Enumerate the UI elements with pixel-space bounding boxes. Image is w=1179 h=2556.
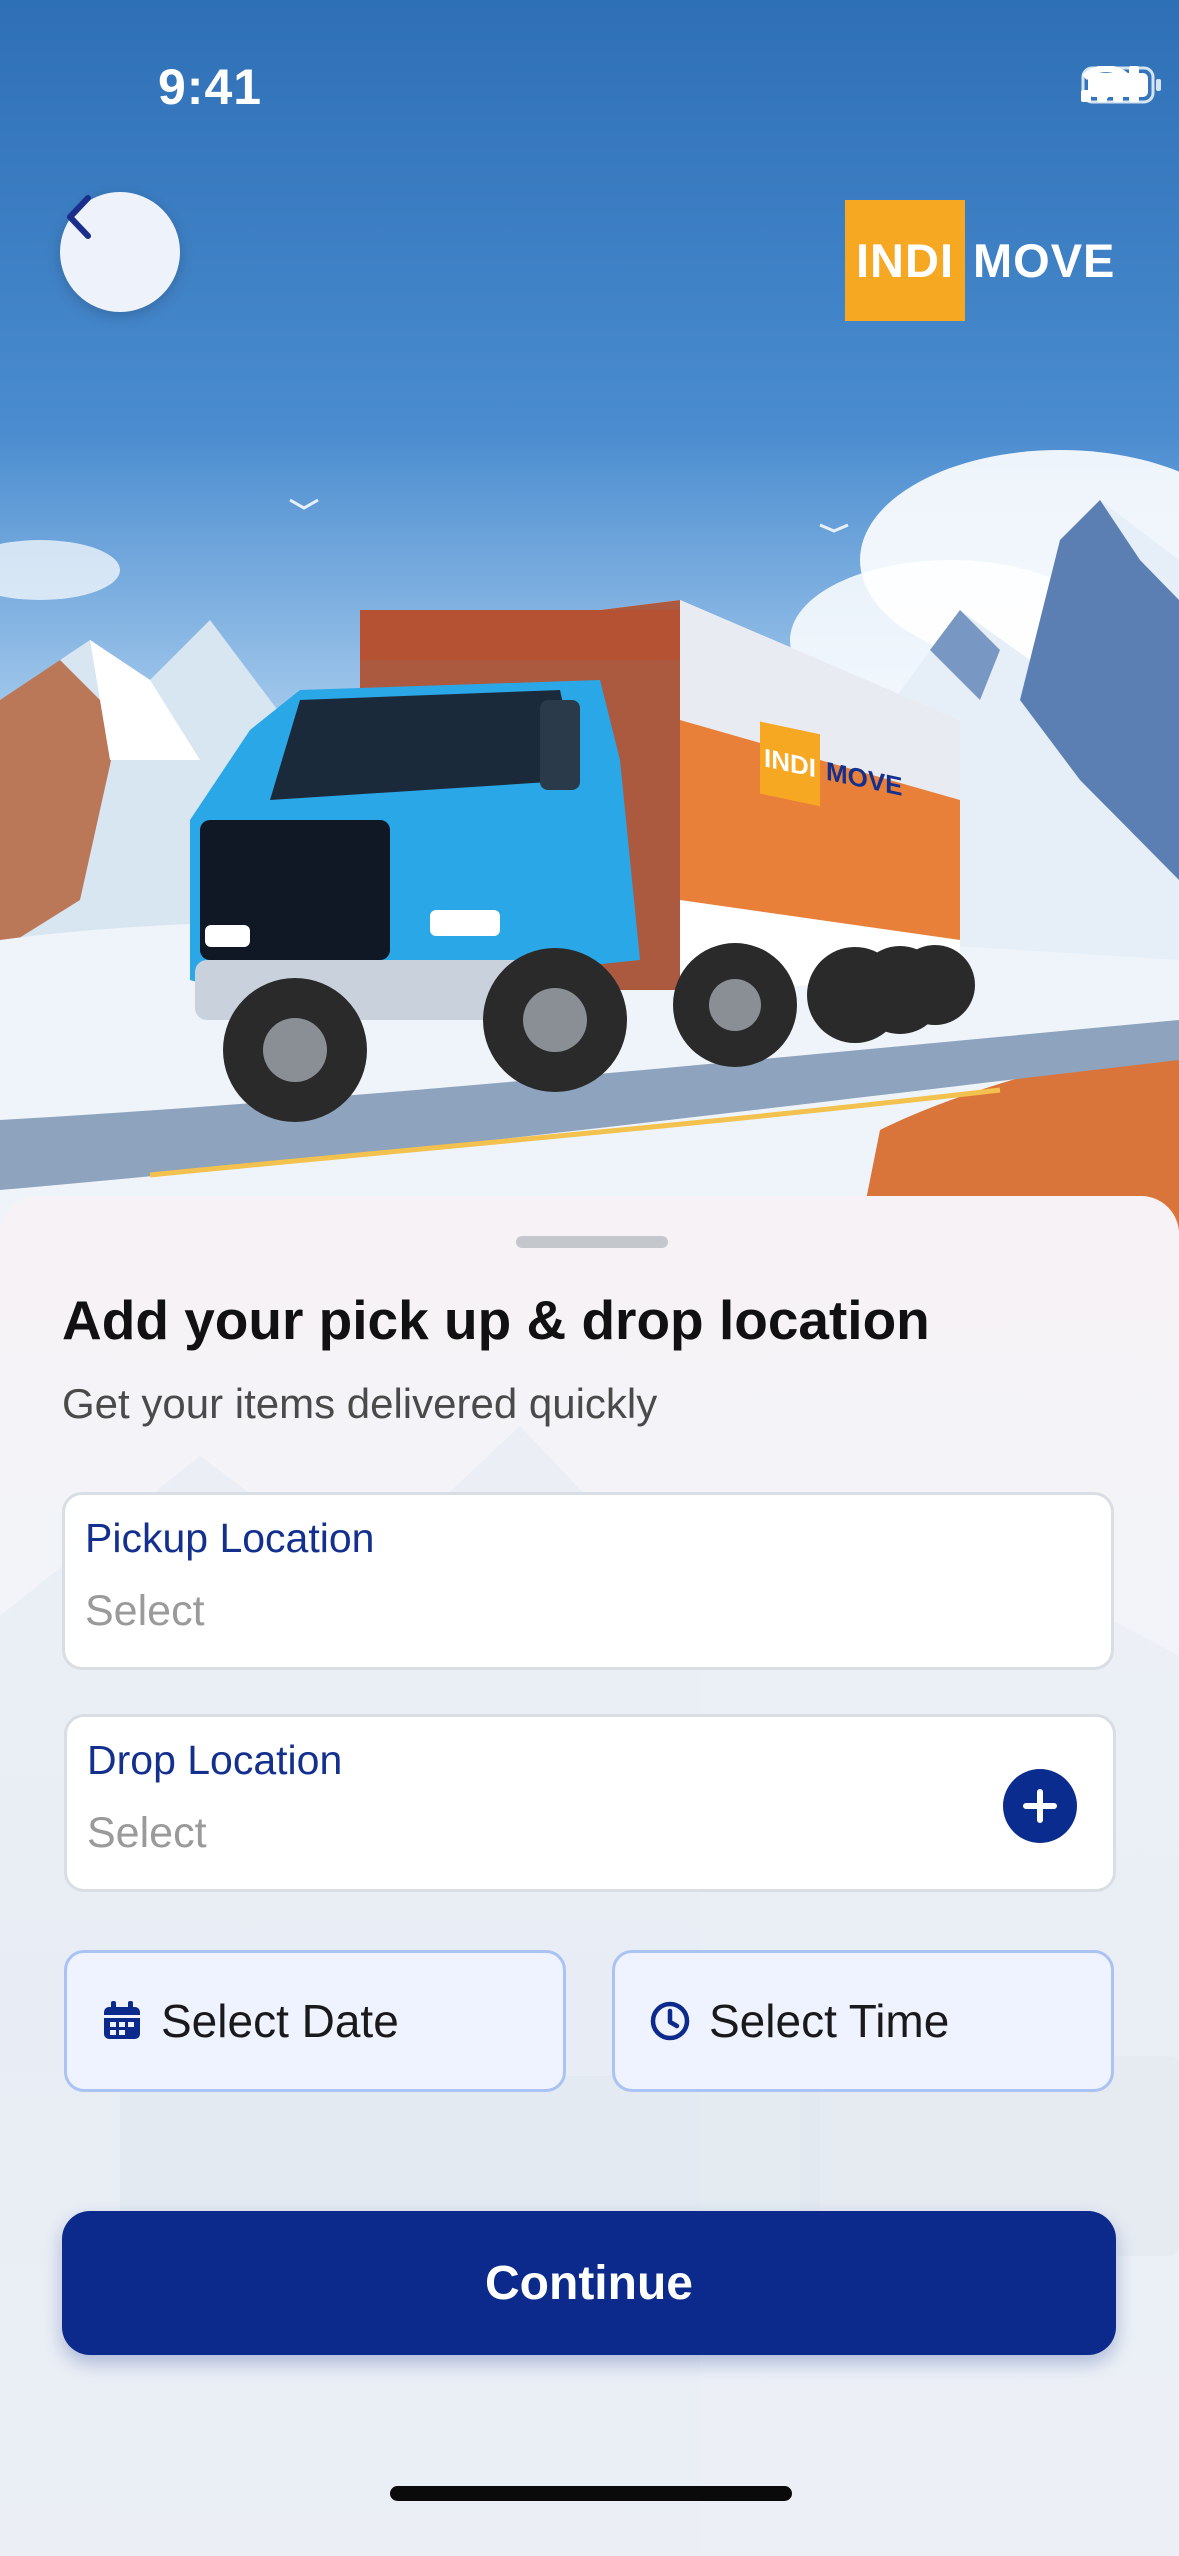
truck-mountain-illustration: INDI MOVE xyxy=(0,450,1179,1230)
continue-label: Continue xyxy=(485,2256,693,2310)
drop-location-label: Drop Location xyxy=(87,1737,343,1783)
chevron-left-icon xyxy=(67,195,91,239)
select-time-label: Select Time xyxy=(709,1995,950,2047)
sheet-handle[interactable] xyxy=(516,1236,668,1248)
select-date-label: Select Date xyxy=(161,1995,399,2047)
sheet-subtitle: Get your items delivered quickly xyxy=(62,1380,658,1427)
home-indicator xyxy=(390,2486,792,2501)
select-time-button[interactable]: Select Time xyxy=(612,1950,1114,2092)
plus-icon xyxy=(1023,1789,1057,1823)
add-stop-button[interactable] xyxy=(1003,1769,1077,1843)
calendar-icon xyxy=(104,2001,140,2039)
pickup-location-value: Select xyxy=(85,1587,205,1635)
logo-left-text: INDI xyxy=(845,200,965,321)
status-time: 9:41 xyxy=(158,59,263,115)
pickup-location-field[interactable]: Pickup Location Select xyxy=(62,1492,1114,1670)
clock-icon xyxy=(650,2001,690,2041)
battery-icon xyxy=(1081,66,1161,104)
back-button[interactable] xyxy=(60,192,180,312)
drop-location-value: Select xyxy=(87,1809,207,1857)
pickup-location-label: Pickup Location xyxy=(85,1515,375,1561)
drop-location-field[interactable]: Drop Location Select xyxy=(64,1714,1116,1892)
select-date-button[interactable]: Select Date xyxy=(64,1950,566,2092)
hero-illustration: INDI MOVE 9:41 INDI MOVE xyxy=(0,0,1179,1230)
screen: INDI MOVE 9:41 INDI MOVE Add your pick u… xyxy=(0,0,1179,2556)
logo-right-text: MOVE xyxy=(973,234,1116,287)
continue-button[interactable]: Continue xyxy=(62,2211,1116,2355)
sheet-title: Add your pick up & drop location xyxy=(62,1289,930,1351)
indimove-logo: INDI MOVE xyxy=(845,200,1115,321)
